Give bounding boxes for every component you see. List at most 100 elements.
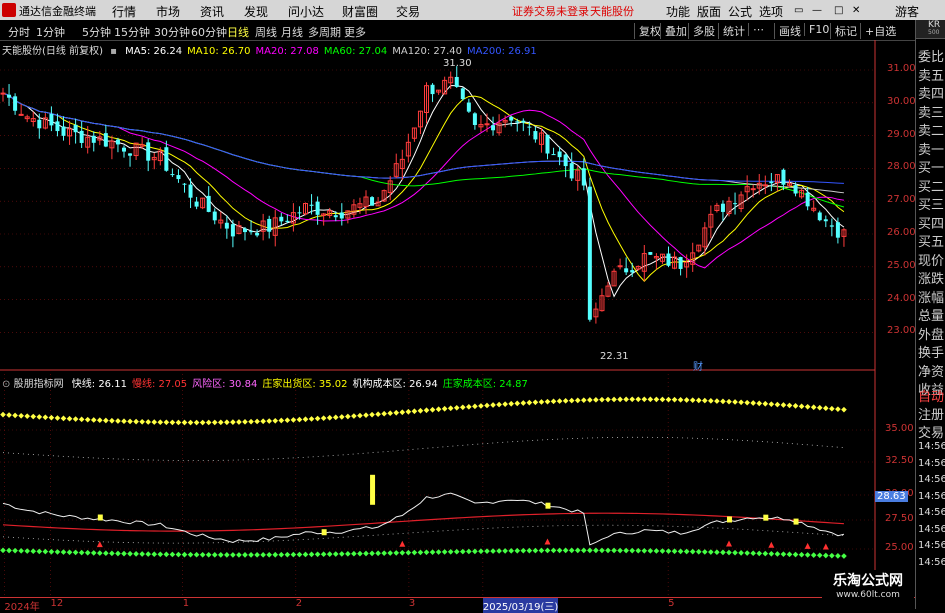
price-tick: 27.00: [887, 194, 916, 206]
quote-field-label[interactable]: 买五: [918, 231, 944, 250]
sell-signal-marker: [763, 514, 769, 521]
candle-body: [460, 88, 465, 100]
quote-field-label[interactable]: 卖二: [918, 120, 944, 139]
quote-field-label[interactable]: 卖一: [918, 139, 944, 158]
cost-zone-dot: [181, 551, 188, 558]
risk-zone-dot: [236, 419, 242, 425]
candle-body: [793, 185, 798, 194]
risk-zone-dot: [653, 396, 660, 403]
quote-field-label[interactable]: 换手: [918, 342, 944, 361]
side-action-label[interactable]: 交易: [918, 422, 944, 441]
cost-zone-dot: [314, 551, 321, 558]
risk-zone-dot: [30, 413, 37, 420]
cost-zone-dot: [453, 548, 460, 555]
candle-body: [817, 212, 822, 221]
ma-legend-item-3: MA60: 27.04: [323, 46, 388, 57]
fast-line: [2, 492, 845, 546]
quote-field-label[interactable]: 总量: [918, 305, 944, 324]
cost-zone-dot: [829, 552, 835, 559]
risk-zone-dot: [151, 419, 158, 425]
trade-time: 14:56: [918, 556, 945, 568]
quote-field-label[interactable]: 买三: [918, 194, 944, 213]
quote-field-label[interactable]: 卖四: [918, 83, 944, 102]
kline-chart[interactable]: [0, 0, 915, 597]
quote-field-label[interactable]: 卖三: [918, 102, 944, 121]
candle-body: [484, 123, 490, 126]
candle-body: [521, 120, 526, 123]
quote-field-label[interactable]: 买一: [918, 157, 944, 176]
candle-body: [829, 225, 834, 227]
risk-zone-dot: [453, 404, 460, 411]
candle-body: [230, 224, 235, 237]
price-tick: 30.00: [887, 95, 916, 107]
risk-zone-dot: [127, 418, 133, 425]
cost-zone-dot: [786, 551, 793, 558]
cost-zone-dot: [242, 552, 248, 558]
cost-zone-dot: [139, 551, 145, 557]
side-action-label[interactable]: 注册: [918, 404, 944, 423]
risk-zone-dot: [224, 419, 230, 426]
risk-zone-dot: [714, 398, 720, 404]
risk-zone-dot: [677, 396, 684, 403]
cost-zone-dot: [762, 550, 769, 557]
indicator-name[interactable]: 股朋指标网: [14, 379, 64, 390]
cost-zone-dot: [532, 547, 539, 554]
date-tick: 2025/03/19(三): [482, 598, 559, 613]
candle-body: [733, 203, 738, 205]
trade-time: 14:56: [918, 490, 945, 502]
ind-legend-item-5: 庄家成本区: 24.87: [442, 379, 528, 390]
ma-line: [2, 92, 845, 282]
cost-zone-dot: [665, 548, 672, 554]
cost-zone-dot: [768, 550, 775, 557]
cost-zone-dot: [115, 550, 121, 557]
low-price-label: 22.31: [600, 351, 629, 362]
quote-field-label[interactable]: 涨跌: [918, 268, 944, 287]
quote-field-label[interactable]: 外盘: [918, 324, 944, 343]
side-action-label[interactable]: 自动: [918, 386, 944, 405]
quote-field-label[interactable]: 现价: [918, 250, 944, 269]
candle-body: [176, 175, 181, 180]
risk-zone-dot: [756, 400, 763, 407]
risk-zone-dot: [580, 397, 587, 403]
price-tick: 25.00: [887, 259, 916, 271]
quote-field-label[interactable]: 净资: [918, 361, 944, 380]
candle-body: [466, 102, 471, 112]
risk-zone-dot: [163, 419, 170, 426]
cost-zone-dot: [405, 549, 412, 556]
quote-field-label[interactable]: 卖五: [918, 65, 944, 84]
kr-badge[interactable]: KR 500: [916, 20, 945, 39]
quote-field-label[interactable]: 涨幅: [918, 287, 944, 306]
risk-zone-dot: [187, 419, 194, 426]
risk-zone-dot: [490, 402, 496, 408]
cost-zone-dot: [151, 551, 158, 558]
candle-body: [49, 113, 54, 126]
buy-signal-marker: [726, 540, 732, 547]
finance-marker-icon[interactable]: 财: [693, 358, 703, 373]
cost-zone-dot: [60, 549, 67, 555]
risk-zone-dot: [6, 412, 12, 418]
cost-zone-dot: [284, 551, 291, 558]
cost-zone-dot: [556, 547, 563, 554]
risk-zone-dot: [810, 404, 817, 411]
risk-zone-dot: [544, 398, 551, 405]
quote-field-label[interactable]: 委比: [918, 46, 944, 65]
risk-zone-dot: [60, 415, 67, 422]
candle-body: [91, 135, 96, 143]
cost-zone-dot: [290, 551, 297, 558]
candle-body: [339, 212, 344, 219]
risk-zone-dot: [683, 397, 690, 403]
trade-time: 14:56: [918, 523, 945, 535]
cost-zone-dot: [677, 548, 684, 555]
candle-body: [430, 84, 435, 95]
cost-zone-dot: [6, 547, 12, 554]
ind-legend-item-3: 庄家出货区: 35.02: [262, 379, 348, 390]
legend-arrow-icon: ▪: [110, 46, 117, 57]
risk-zone-dot: [441, 405, 448, 412]
buy-signal-marker: [399, 540, 406, 547]
quote-field-label[interactable]: 买四: [918, 213, 944, 232]
risk-zone-dot: [139, 418, 145, 425]
quote-field-label[interactable]: 买二: [918, 176, 944, 195]
cost-zone-dot: [296, 551, 303, 558]
candle-body: [309, 204, 314, 206]
indicator-settings-icon[interactable]: ⊙: [2, 379, 10, 390]
